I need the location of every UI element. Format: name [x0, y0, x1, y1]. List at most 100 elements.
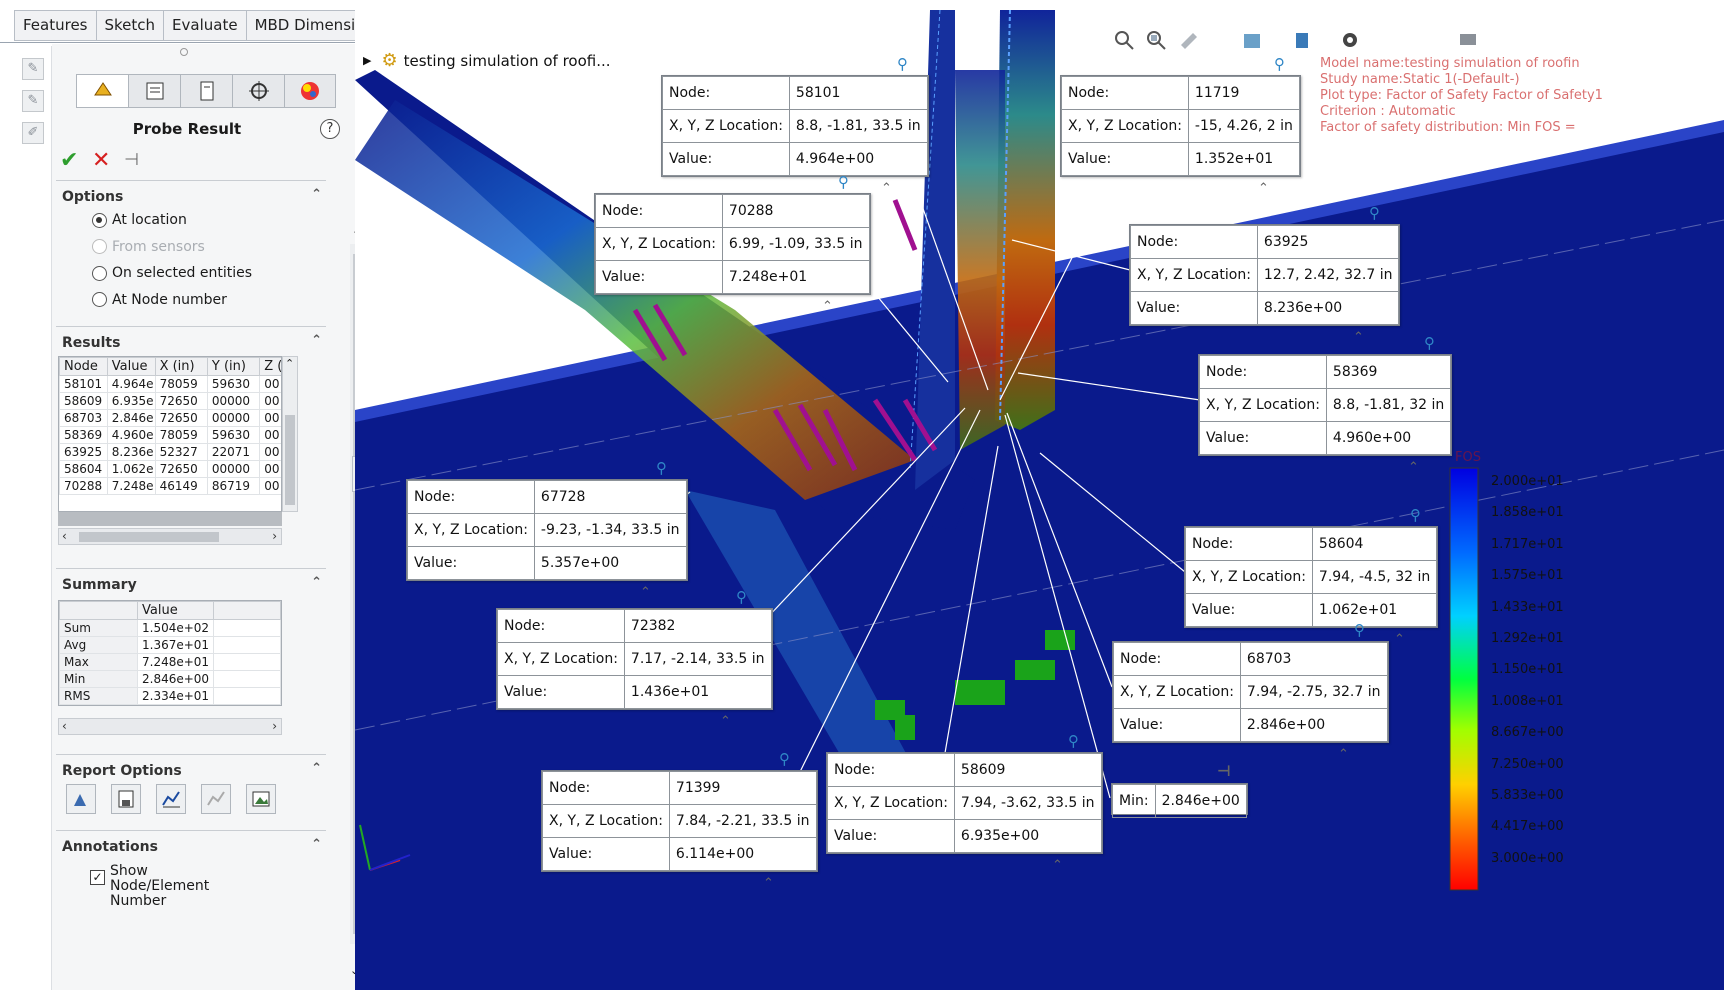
results-row[interactable]: 58101 4.964e 78059 59630 00 [59, 375, 281, 393]
collapse-caret-icon[interactable]: ⌃ [1338, 747, 1349, 762]
options-header[interactable]: Options ⌃ [56, 180, 326, 206]
results-row[interactable]: 70288 7.248e 46149 86719 00 [59, 477, 281, 495]
summary-header[interactable]: Summary ⌃ [56, 568, 326, 594]
report-options-header[interactable]: Report Options ⌃ [56, 754, 326, 780]
option-at-location[interactable]: At location [92, 212, 187, 228]
collapse-caret-icon[interactable]: ⌃ [822, 299, 833, 314]
cancel-x-icon[interactable]: ✕ [92, 148, 110, 173]
results-column-header[interactable]: X (in) [154, 357, 208, 376]
help-icon[interactable]: ? [320, 119, 340, 139]
expand-arrow-icon[interactable]: ▶ [363, 54, 371, 67]
collapse-caret-icon[interactable]: ⌃ [720, 714, 731, 729]
probe-annotation[interactable]: Node: 58604 X, Y, Z Location: 7.94, -4.5, 3… [1184, 526, 1439, 628]
results-row[interactable]: 58604 1.062e 72650 00000 00 [59, 460, 281, 478]
pushpin-icon[interactable]: ⚲ [1369, 204, 1380, 222]
results-header[interactable]: Results ⌃ [56, 326, 326, 352]
pushpin-icon[interactable]: ⚲ [897, 55, 908, 73]
option-at-node-number[interactable]: At Node number [92, 292, 227, 308]
pushpin-icon[interactable]: ⚲ [779, 750, 790, 768]
collapse-chevron-icon[interactable]: ⌃ [311, 761, 322, 776]
annotations-header[interactable]: Annotations ⌃ [56, 830, 326, 856]
radio-button[interactable] [92, 292, 107, 307]
results-row[interactable]: 68703 2.846e 72650 00000 00 [59, 409, 281, 427]
collapse-caret-icon[interactable]: ⌃ [881, 181, 892, 196]
save-to-file-icon[interactable] [111, 784, 141, 814]
scroll-left-icon[interactable]: ‹ [62, 529, 67, 544]
response-graph-icon[interactable] [201, 784, 231, 814]
pushpin-icon[interactable]: ⚲ [736, 588, 747, 606]
panel-grip[interactable] [180, 48, 188, 56]
probe-annotation[interactable]: Node: 63925 X, Y, Z Location: 12.7, 2.42, 3… [1129, 224, 1401, 326]
show-node-number-option[interactable]: ✓ Show Node/Element Number [90, 864, 250, 909]
radio-button[interactable] [92, 265, 107, 281]
results-column-header[interactable]: Value [106, 357, 156, 376]
display-style-icon[interactable] [1337, 28, 1363, 52]
results-vscroll[interactable]: ⌃ [282, 356, 298, 512]
probe-annotation[interactable]: Node: 71399 X, Y, Z Location: 7.84, -2.21, … [541, 770, 818, 872]
smart-dimension-icon[interactable]: ✐ [22, 122, 44, 144]
configuration-icon[interactable] [180, 74, 232, 108]
probe-annotation[interactable]: Node: 58369 X, Y, Z Location: 8.8, -1.81, 3… [1198, 354, 1453, 456]
pushpin-icon[interactable]: ⚲ [1424, 334, 1435, 352]
min-value-annotation[interactable]: Min: 2.846e+00 [1111, 783, 1248, 818]
collapse-caret-icon[interactable]: ⌃ [1052, 858, 1063, 873]
save-as-sensor-icon[interactable] [66, 784, 96, 814]
pushpin-icon[interactable]: ⊣ [124, 150, 139, 170]
pushpin-icon[interactable]: ⚲ [1068, 732, 1079, 750]
results-row[interactable]: 58609 6.935e 72650 00000 00 [59, 392, 281, 410]
edit-icon[interactable]: ✎ [22, 90, 44, 112]
collapse-chevron-icon[interactable]: ⌃ [311, 575, 322, 590]
pushpin-icon[interactable]: ⚲ [656, 459, 667, 477]
property-list-icon[interactable] [128, 74, 180, 108]
previous-view-icon[interactable] [1175, 28, 1201, 52]
probe-annotation[interactable]: Node: 67728 X, Y, Z Location: -9.23, -1.34,… [406, 479, 688, 581]
summary-hscroll[interactable]: ‹ › [58, 718, 282, 735]
results-column-header[interactable]: Y (in) [206, 357, 261, 376]
results-row[interactable]: 63925 8.236e 52327 22071 00 [59, 443, 281, 461]
image-icon[interactable] [246, 784, 276, 814]
scroll-right-icon[interactable]: › [272, 719, 277, 734]
dimxpert-icon[interactable] [232, 74, 284, 108]
pushpin-icon[interactable]: ⚲ [1410, 506, 1421, 524]
collapse-caret-icon[interactable]: ⌃ [1258, 181, 1269, 196]
pushpin-icon[interactable]: ⚲ [1354, 621, 1365, 639]
feature-tree-root[interactable]: ▶ ⚙ testing simulation of roofi... [363, 50, 611, 71]
scroll-right-icon[interactable]: › [272, 529, 277, 544]
probe-annotation[interactable]: Node: 70288 X, Y, Z Location: 6.99, -1.09, … [594, 193, 871, 295]
radio-button[interactable] [92, 212, 107, 228]
plot-icon[interactable] [156, 784, 186, 814]
pushpin-icon[interactable]: ⚲ [838, 173, 849, 191]
results-row[interactable]: 58369 4.960e 78059 59630 00 [59, 426, 281, 444]
sketch-icon[interactable]: ✎ [22, 58, 44, 80]
ok-check-icon[interactable]: ✔ [60, 148, 78, 173]
probe-annotation[interactable]: Node: 68703 X, Y, Z Location: 7.94, -2.75, … [1112, 641, 1389, 743]
scroll-thumb[interactable] [285, 415, 295, 505]
probe-annotation[interactable]: Node: 58101 X, Y, Z Location: 8.8, -1.81, 3… [661, 75, 929, 177]
scroll-thumb[interactable] [79, 532, 219, 542]
collapse-caret-icon[interactable]: ⌃ [1353, 330, 1364, 345]
results-hscroll[interactable]: ‹ › [58, 528, 282, 545]
simulation-study-icon[interactable] [76, 74, 128, 108]
scroll-left-icon[interactable]: ‹ [62, 719, 67, 734]
min-pushpin-icon[interactable]: ⊣ [1217, 762, 1231, 780]
tab-evaluate[interactable]: Evaluate [163, 10, 246, 41]
collapse-caret-icon[interactable]: ⌃ [640, 585, 651, 600]
collapse-caret-icon[interactable]: ⌃ [763, 876, 774, 891]
collapse-caret-icon[interactable]: ⌃ [1408, 460, 1419, 475]
section-view-icon[interactable] [1239, 28, 1265, 52]
collapse-chevron-icon[interactable]: ⌃ [311, 187, 322, 202]
probe-annotation[interactable]: Node: 72382 X, Y, Z Location: 7.17, -2.14, … [496, 608, 773, 710]
probe-annotation[interactable]: Node: 58609 X, Y, Z Location: 7.94, -3.62, … [826, 752, 1103, 854]
graphics-viewport[interactable]: ▶ ⚙ testing simulation of roofi... Model… [355, 10, 1724, 990]
view-settings-icon[interactable] [1455, 28, 1481, 52]
pushpin-icon[interactable]: ⚲ [1274, 55, 1285, 73]
collapse-chevron-icon[interactable]: ⌃ [311, 837, 322, 852]
probe-annotation[interactable]: Node: 11719 X, Y, Z Location: -15, 4.26, 2 … [1060, 75, 1301, 177]
appearance-icon[interactable] [284, 74, 336, 108]
collapse-caret-icon[interactable]: ⌃ [1394, 632, 1405, 647]
scroll-up-icon[interactable]: ⌃ [285, 357, 294, 370]
tab-sketch[interactable]: Sketch [95, 10, 164, 41]
collapse-chevron-icon[interactable]: ⌃ [311, 333, 322, 348]
results-column-header[interactable]: Node [59, 357, 108, 376]
zoom-to-area-icon[interactable] [1143, 28, 1169, 52]
